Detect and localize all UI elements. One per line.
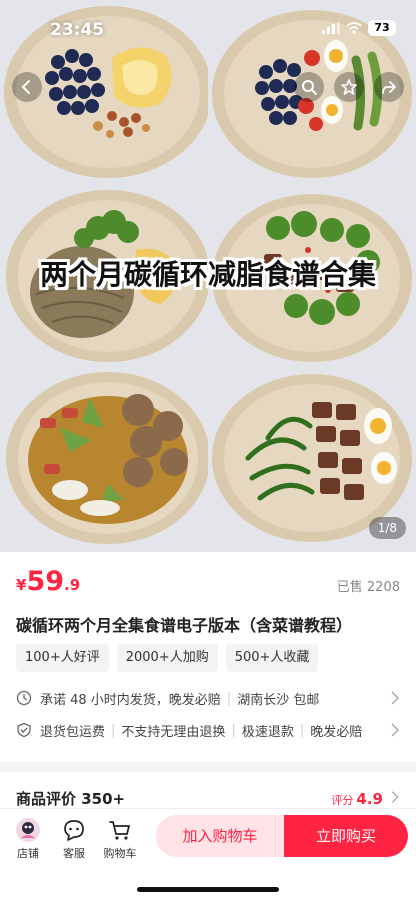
reviews-title: 商品评价 350+ <box>16 790 126 808</box>
shipping-location: 湖南长沙 包邮 <box>237 692 320 708</box>
chevron-right-icon <box>391 723 400 737</box>
product-tags: 100+人好评 2000+人加购 500+人收藏 <box>16 644 319 672</box>
add-to-cart-button[interactable]: 加入购物车 <box>156 815 284 857</box>
buy-now-button[interactable]: 立即购买 <box>284 815 408 857</box>
guarantee-free-return-shipping: 退货包运费 <box>40 724 106 740</box>
cart-nav[interactable]: 购物车 <box>98 817 142 861</box>
guarantee-late-compensation: 晚发必赔 <box>310 724 363 740</box>
image-overlay-title: 两个月碳循环减脂食谱合集 <box>39 258 376 291</box>
price-currency: ¥ <box>16 576 27 594</box>
price-decimal: .9 <box>64 576 81 594</box>
rating-summary: 评分 4.9 <box>331 790 400 808</box>
guarantee-no-unreasonable-return: 不支持无理由退换 <box>121 724 226 740</box>
product-title: 碳循环两个月全集食谱电子版本（含菜谱教程） <box>16 616 353 635</box>
tag-added-to-cart[interactable]: 2000+人加购 <box>116 644 218 672</box>
favorite-button[interactable] <box>334 72 364 102</box>
bottom-action-bar: 店铺 客服 购物车 加入购物车 立即购买 <box>0 808 416 900</box>
service-label: 客服 <box>63 847 85 860</box>
divider: | <box>231 722 236 738</box>
rating-label: 评分 <box>331 794 354 807</box>
battery-indicator: 73 <box>368 20 396 36</box>
price-integer: 59 <box>26 566 65 597</box>
signal-icon <box>322 22 340 34</box>
sold-count: 已售 2208 <box>336 580 400 595</box>
star-icon <box>341 79 357 95</box>
back-button[interactable] <box>12 72 42 102</box>
status-time: 23:45 <box>50 20 105 40</box>
price-row: ¥59.9 已售 2208 <box>16 566 400 602</box>
guarantee-row[interactable]: 退货包运费 | 不支持无理由退换 | 极速退款 | 晚发必赔 <box>16 718 400 742</box>
status-icons: 73 <box>322 20 396 36</box>
divider: | <box>226 690 232 706</box>
reviews-section[interactable]: 商品评价 350+ 评分 4.9 <box>0 772 416 812</box>
divider: | <box>299 722 305 738</box>
status-bar: 23:45 73 <box>0 0 416 52</box>
chat-bubble-icon <box>64 820 84 841</box>
product-info-section: ¥59.9 已售 2208 碳循环两个月全集食谱电子版本（含菜谱教程） 100+… <box>0 552 416 762</box>
shipping-promise: 承诺 48 小时内发货，晚发必赔 <box>40 692 221 708</box>
guarantee-fast-refund: 极速退款 <box>241 724 294 740</box>
wifi-icon <box>346 22 362 34</box>
home-indicator[interactable] <box>137 887 279 892</box>
share-icon <box>382 81 396 94</box>
customer-service-nav[interactable]: 客服 <box>52 817 96 861</box>
carousel-page-indicator: 1/8 <box>368 517 406 539</box>
search-button[interactable] <box>294 72 324 102</box>
shopping-cart-icon <box>109 821 130 840</box>
cart-label: 购物车 <box>103 847 137 860</box>
rating-value: 4.9 <box>356 790 383 808</box>
store-avatar-icon <box>16 818 40 842</box>
product-image-carousel[interactable]: 两个月碳循环减脂食谱合集 23:45 73 1/8 <box>0 0 416 552</box>
back-icon <box>21 80 30 94</box>
search-icon <box>302 80 317 95</box>
share-button[interactable] <box>374 72 404 102</box>
tag-reviews[interactable]: 100+人好评 <box>16 644 109 672</box>
store-label: 店铺 <box>17 847 39 860</box>
chevron-right-icon <box>391 791 399 803</box>
shield-check-icon <box>17 722 31 738</box>
divider: | <box>111 722 116 738</box>
food-photo-5 <box>0 368 208 552</box>
shipping-row[interactable]: 承诺 48 小时内发货，晚发必赔 | 湖南长沙 包邮 <box>16 686 400 710</box>
clock-icon <box>16 690 32 706</box>
store-nav[interactable]: 店铺 <box>6 817 50 861</box>
product-price: ¥59.9 <box>16 566 81 597</box>
chevron-right-icon <box>391 691 400 705</box>
tag-favorites[interactable]: 500+人收藏 <box>225 644 319 672</box>
